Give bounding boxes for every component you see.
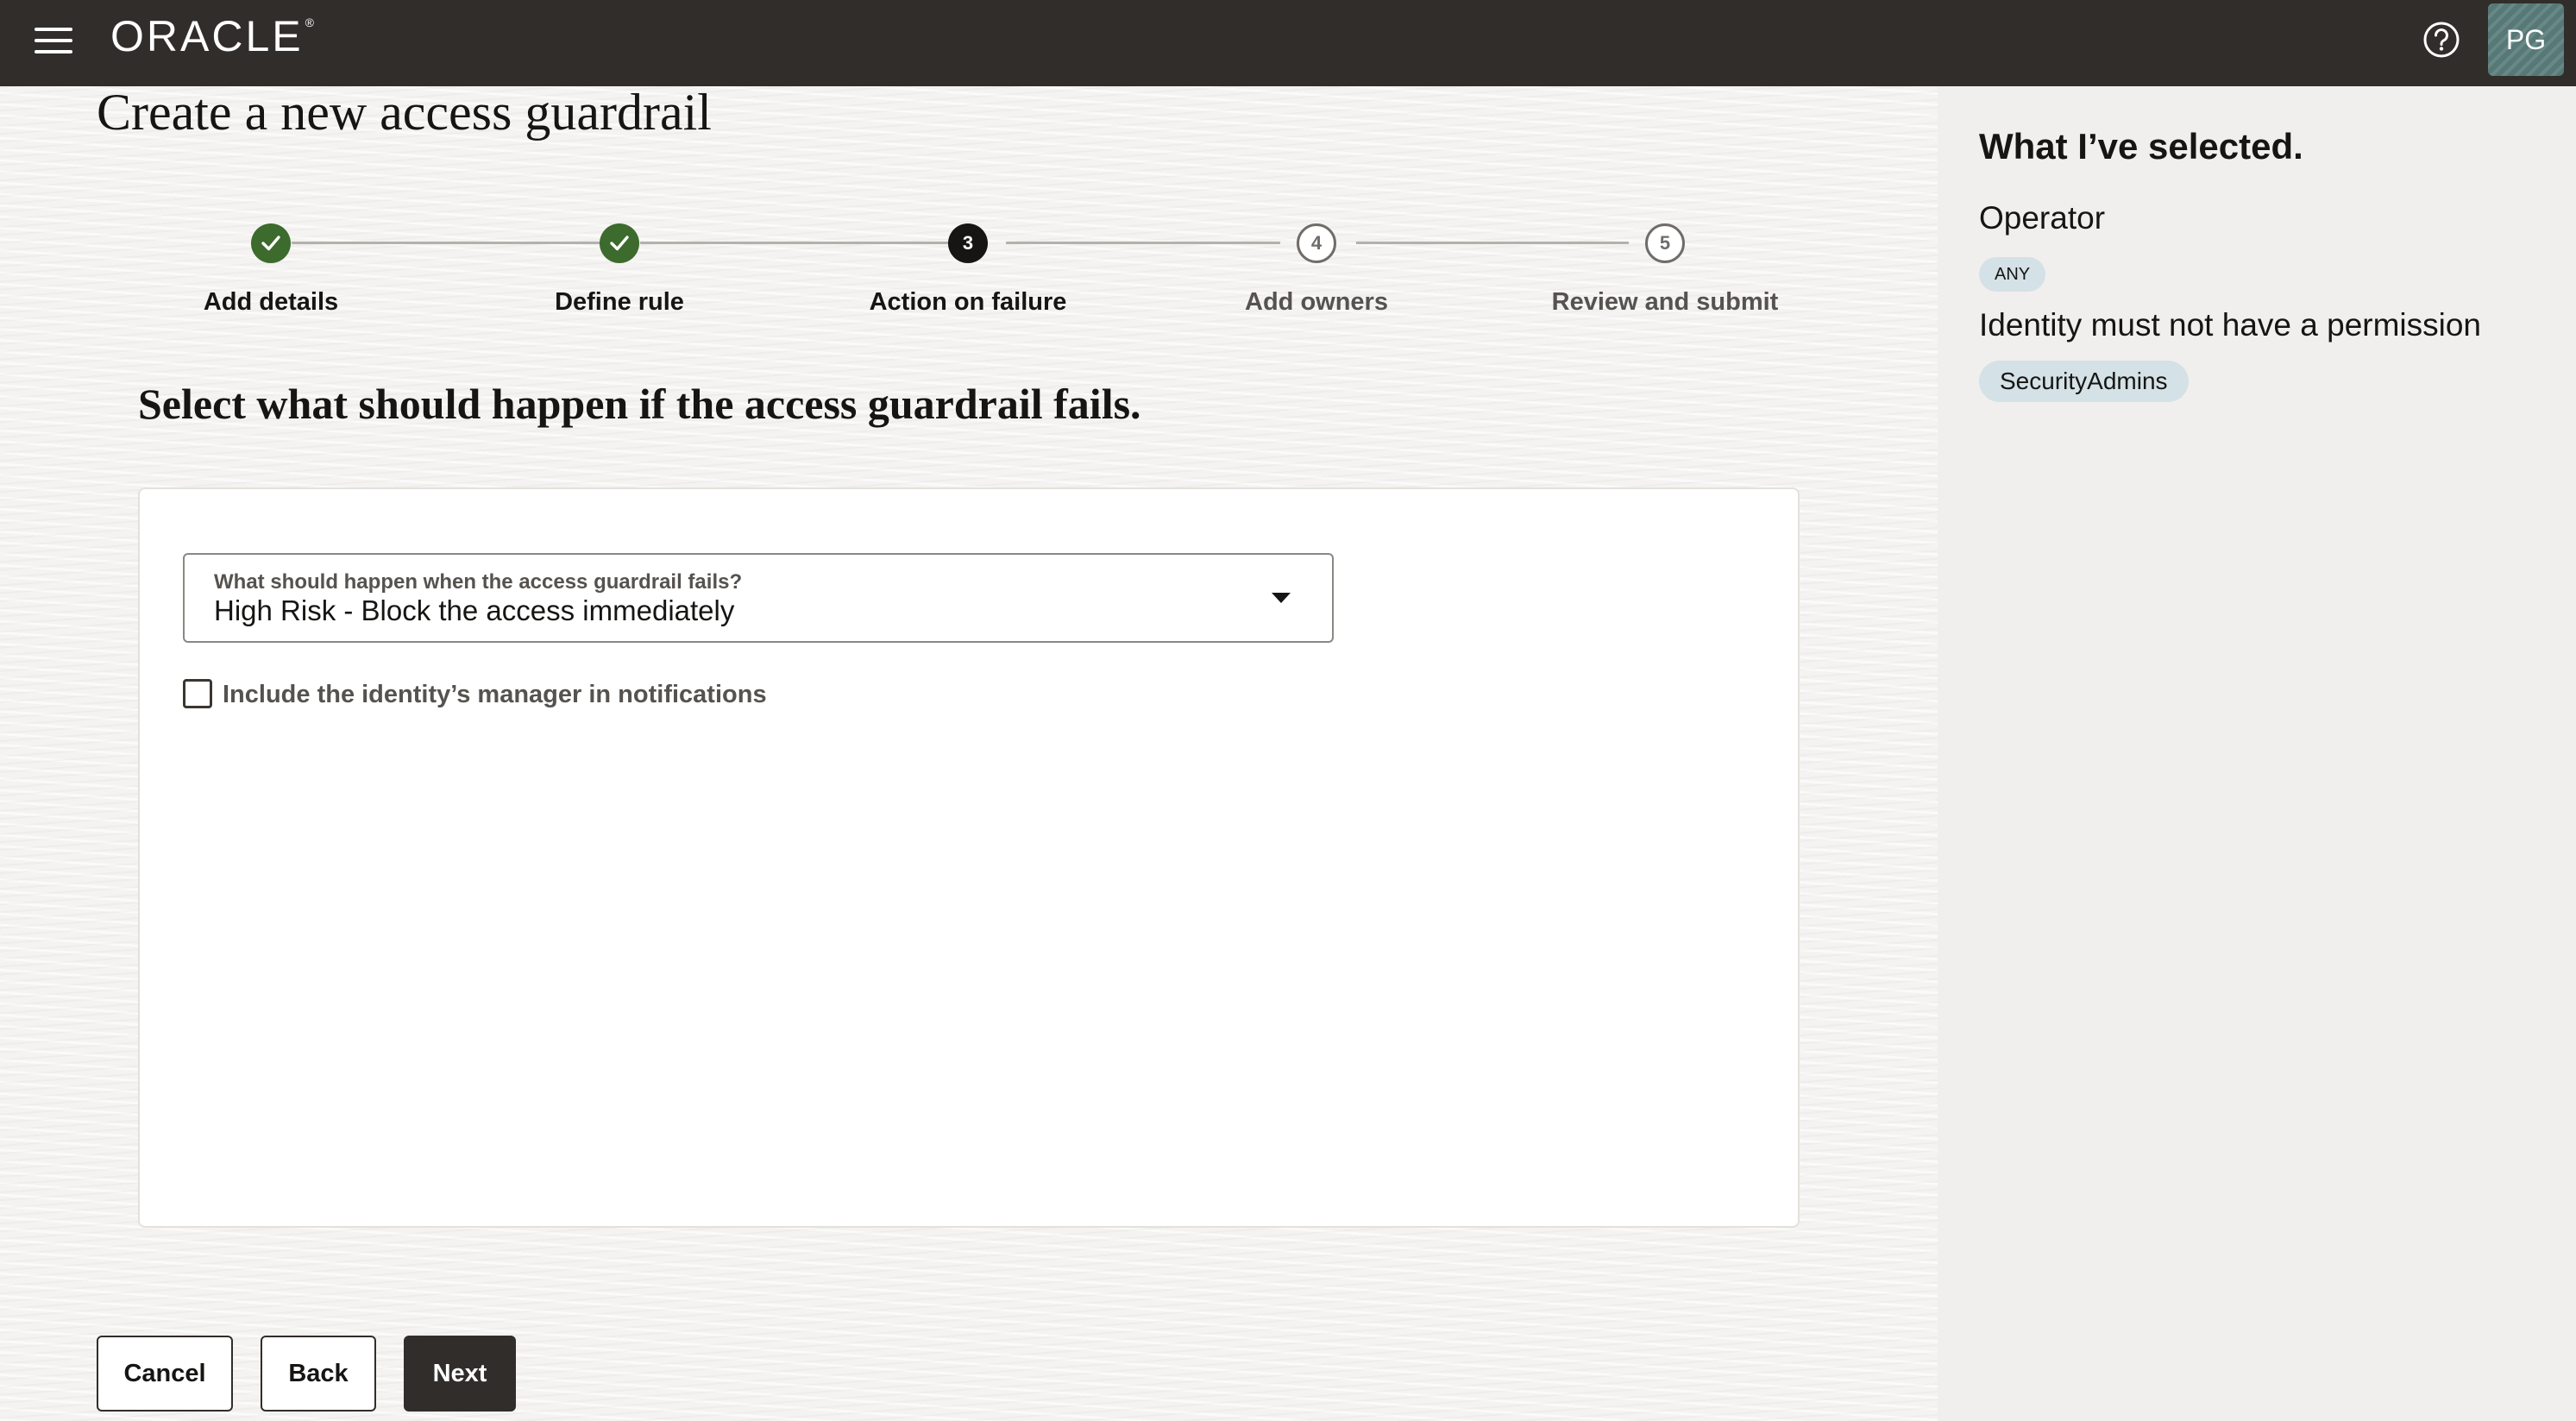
operator-chip: ANY: [1979, 257, 2046, 292]
failure-action-select[interactable]: What should happen when the access guard…: [183, 553, 1334, 643]
select-label: What should happen when the access guard…: [214, 570, 743, 594]
permission-heading: Identity must not have a permission: [1979, 307, 2482, 343]
step-5[interactable]: 5: [1645, 223, 1685, 263]
user-avatar[interactable]: PG: [2488, 3, 2564, 76]
step-2-complete-icon[interactable]: [600, 223, 639, 263]
stepper-connector: [1006, 242, 1280, 244]
permission-chip: SecurityAdmins: [1979, 361, 2189, 402]
stepper-connector: [1356, 242, 1629, 244]
step-2-label: Define rule: [555, 288, 684, 316]
wizard-stepper: 3 4 5 Add details Define rule Action on …: [0, 0, 1938, 345]
checkbox-label[interactable]: Include the identity’s manager in notifi…: [223, 681, 767, 709]
step-5-label: Review and submit: [1551, 288, 1779, 316]
step-1-complete-icon[interactable]: [251, 223, 291, 263]
step-4[interactable]: 4: [1297, 223, 1336, 263]
step-4-label: Add owners: [1245, 288, 1388, 316]
stepper-connector: [292, 242, 600, 244]
dropdown-caret-icon[interactable]: [1272, 593, 1291, 603]
step-3-current[interactable]: 3: [948, 223, 988, 263]
next-button[interactable]: Next: [404, 1336, 516, 1412]
step-3-label: Action on failure: [869, 288, 1067, 316]
selection-summary-panel: What I’ve selected. Operator ANY Identit…: [1938, 86, 2576, 1421]
operator-heading: Operator: [1979, 200, 2106, 236]
step-1-label: Add details: [203, 288, 339, 316]
section-title: Select what should happen if the access …: [138, 380, 1141, 428]
form-card: What should happen when the access guard…: [138, 487, 1800, 1228]
help-icon[interactable]: [2422, 21, 2460, 59]
back-button[interactable]: Back: [261, 1336, 376, 1412]
summary-title: What I’ve selected.: [1979, 126, 2303, 167]
cancel-button[interactable]: Cancel: [97, 1336, 233, 1412]
manager-notification-checkbox[interactable]: [183, 679, 212, 708]
stepper-connector: [640, 242, 949, 244]
select-value: High Risk - Block the access immediately: [214, 594, 735, 626]
